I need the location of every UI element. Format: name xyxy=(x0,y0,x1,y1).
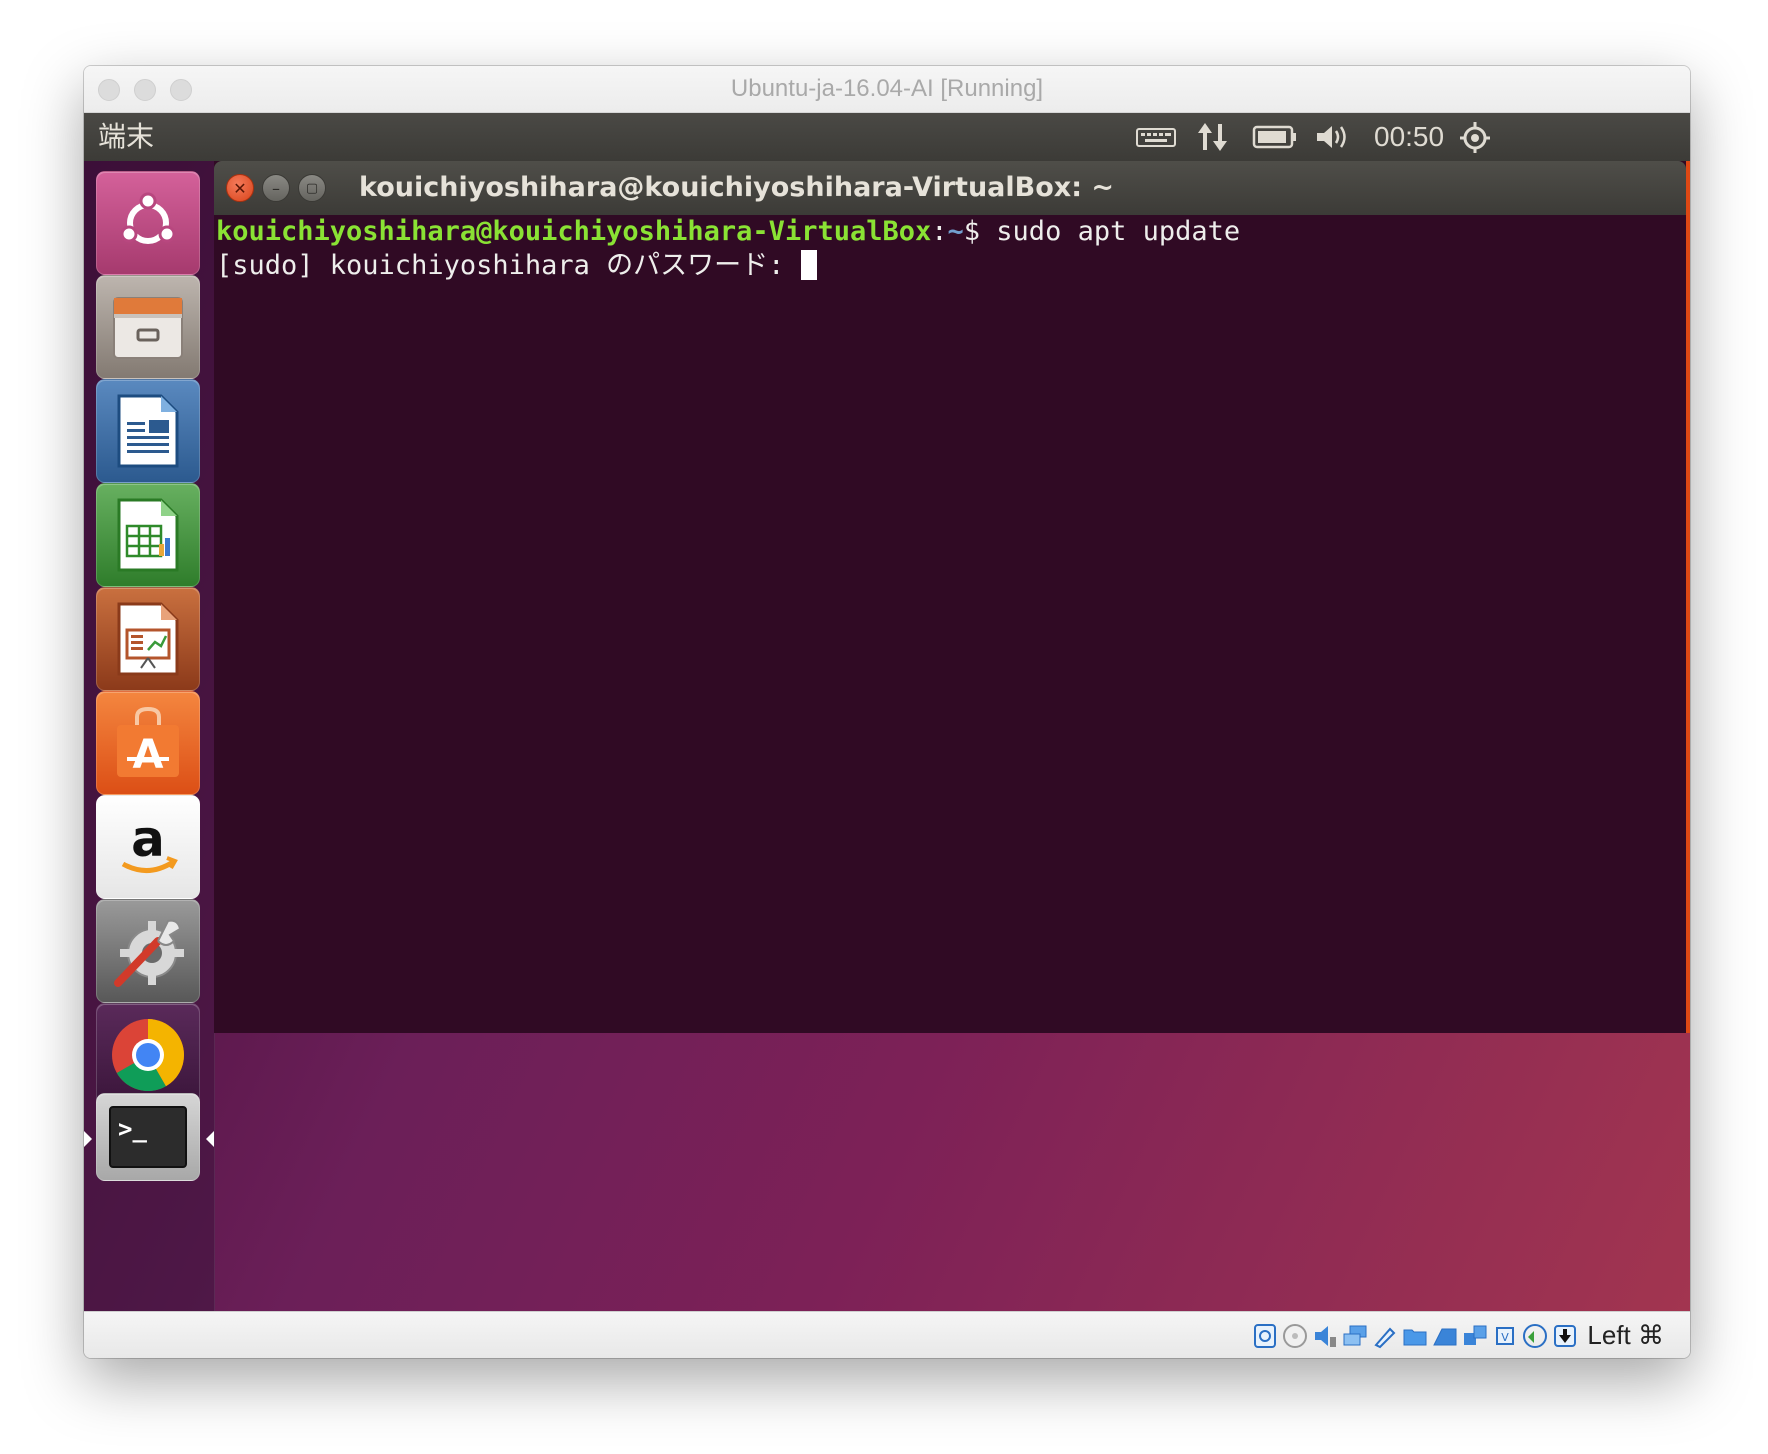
writer-icon[interactable] xyxy=(96,379,200,483)
shared-folder-icon[interactable] xyxy=(1401,1322,1429,1350)
terminal-line-2: [sudo] kouichiyoshihara のパスワード: xyxy=(216,249,1686,283)
svg-text:A: A xyxy=(133,732,164,778)
network-icon[interactable] xyxy=(1196,113,1230,161)
files-icon[interactable] xyxy=(96,275,200,379)
terminal-icon[interactable]: >_ xyxy=(96,1093,200,1181)
guest-screen[interactable]: 端末 00:50 A a >_ ✕ – ▢ kouichiyoshihara@k… xyxy=(84,113,1690,1311)
host-key-label[interactable]: Left ⌘ xyxy=(1587,1320,1664,1351)
chrome-icon[interactable] xyxy=(96,1003,200,1107)
hdd-icon[interactable] xyxy=(1251,1322,1279,1350)
recording-icon[interactable] xyxy=(1461,1322,1489,1350)
download-icon[interactable] xyxy=(1551,1322,1579,1350)
keyboard-icon[interactable] xyxy=(1136,113,1176,161)
minimize-icon[interactable]: – xyxy=(262,174,290,202)
volume-icon[interactable] xyxy=(1314,113,1352,161)
svg-text:a: a xyxy=(131,812,165,868)
terminal-title: kouichiyoshihara@kouichiyoshihara-Virtua… xyxy=(359,172,1115,203)
terminal-line-1: kouichiyoshihara@kouichiyoshihara-Virtua… xyxy=(216,215,1686,249)
cpu-icon[interactable]: V xyxy=(1491,1322,1519,1350)
close-icon[interactable]: ✕ xyxy=(226,174,254,202)
launcher: A a >_ xyxy=(84,161,215,1311)
mac-titlebar: Ubuntu-ja-16.04-AI [Running] xyxy=(84,66,1690,113)
active-indicator-left xyxy=(84,1131,92,1147)
sudo-password-prompt: [sudo] kouichiyoshihara のパスワード: xyxy=(216,250,801,281)
ubuntu-dash-icon[interactable] xyxy=(96,171,200,275)
mouse-integration-icon[interactable] xyxy=(1521,1322,1549,1350)
software-center-icon[interactable]: A xyxy=(96,691,200,795)
terminal-output[interactable]: kouichiyoshihara@kouichiyoshihara-Virtua… xyxy=(214,215,1686,1033)
vbox-status-bar: V Left ⌘ xyxy=(84,1311,1690,1358)
optical-drive-icon[interactable] xyxy=(1281,1322,1309,1350)
maximize-icon[interactable]: ▢ xyxy=(298,174,326,202)
active-indicator-right xyxy=(206,1131,214,1147)
prompt-separator: : xyxy=(931,216,948,247)
power-icon[interactable] xyxy=(1458,113,1492,161)
system-settings-icon[interactable] xyxy=(96,899,200,1003)
terminal-titlebar[interactable]: ✕ – ▢ kouichiyoshihara@kouichiyoshihara-… xyxy=(214,161,1686,215)
amazon-icon[interactable]: a xyxy=(96,795,200,899)
prompt-path: ~ xyxy=(947,216,964,247)
window-title: Ubuntu-ja-16.04-AI [Running] xyxy=(730,75,1044,102)
battery-icon[interactable] xyxy=(1252,113,1298,161)
display-icon[interactable] xyxy=(1431,1322,1459,1350)
vm-window: Ubuntu-ja-16.04-AI [Running] 端末 00:50 A … xyxy=(84,66,1690,1358)
audio-icon[interactable] xyxy=(1311,1322,1339,1350)
prompt-user: kouichiyoshihara@kouichiyoshihara-Virtua… xyxy=(216,216,932,247)
impress-icon[interactable] xyxy=(96,587,200,691)
svg-text:V: V xyxy=(1502,1331,1510,1344)
terminal-window[interactable]: ✕ – ▢ kouichiyoshihara@kouichiyoshihara-… xyxy=(214,161,1690,1033)
usb-icon[interactable] xyxy=(1371,1322,1399,1350)
prompt-symbol: $ xyxy=(963,216,997,247)
active-app-title: 端末 xyxy=(98,120,155,153)
network-adapter-icon[interactable] xyxy=(1341,1322,1369,1350)
svg-text:>_: >_ xyxy=(118,1115,147,1143)
calc-icon[interactable] xyxy=(96,483,200,587)
command-text: sudo apt update xyxy=(996,216,1241,247)
clock[interactable]: 00:50 xyxy=(1374,121,1444,153)
text-cursor xyxy=(800,250,817,280)
top-panel: 端末 00:50 xyxy=(84,113,1690,161)
